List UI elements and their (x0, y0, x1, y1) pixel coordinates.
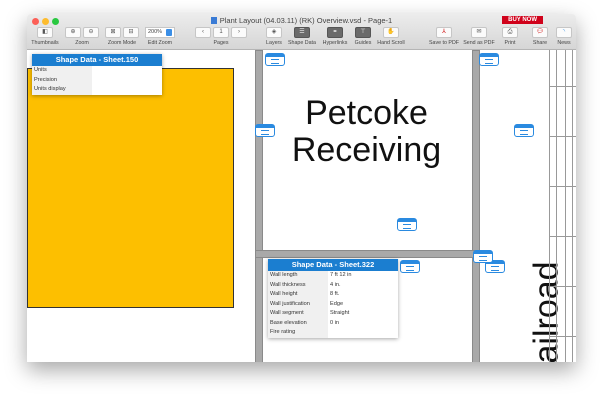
buy-now-button[interactable]: BUY NOW (502, 16, 543, 24)
shape-data-icon[interactable] (397, 218, 417, 231)
rail-line (556, 50, 557, 362)
data-row: Wall justification Edge (268, 299, 398, 309)
data-row: Fire rating (268, 328, 398, 338)
page-number[interactable]: 1 (213, 27, 229, 38)
data-row: Precision (32, 75, 162, 85)
printer-icon: ⎙ (502, 27, 518, 38)
data-row: Units (32, 66, 162, 76)
rail-line (549, 50, 550, 362)
shape-data-icon[interactable] (400, 260, 420, 273)
guides-button[interactable]: ⊤ Guides (352, 27, 374, 46)
data-row: Wall segment Straight (268, 309, 398, 319)
document-icon (210, 17, 217, 24)
data-row: Units display (32, 85, 162, 95)
app-window: Plant Layout (04.03.11) (RK) Overview.vs… (27, 14, 576, 362)
shape-data-panel-sheet-322: Shape Data - Sheet.322 Wall length 7 ft 1… (268, 259, 398, 338)
railroad-label: ailroad (527, 261, 566, 362)
guides-icon: ⊤ (355, 27, 371, 38)
rail-tie (549, 336, 576, 337)
fit-page-icon[interactable]: ⊠ (105, 27, 121, 38)
petcoke-receiving-label: Petcoke Receiving (291, 94, 442, 169)
link-icon: ⚭ (327, 27, 343, 38)
rail-line (565, 50, 566, 362)
yellow-area-shape[interactable] (27, 68, 234, 308)
hyperlinks-button[interactable]: ⚭ Hyperlinks (320, 27, 350, 46)
pages-control: ‹ 1 › Pages (195, 27, 247, 46)
send-pdf-button[interactable]: ✉ Send as PDF (462, 27, 496, 46)
hand-icon: ✋ (383, 27, 399, 38)
wall-right[interactable] (472, 50, 480, 362)
shape-data-icon[interactable] (479, 53, 499, 66)
hand-scroll-button[interactable]: ✋ Hand Scroll (375, 27, 407, 46)
pdf-icon: ⅄ (436, 27, 452, 38)
wall-horizontal[interactable] (255, 250, 479, 258)
zoom-mode-control: ⊠ ⊟ Zoom Mode (104, 27, 140, 46)
save-pdf-button[interactable]: ⅄ Save to PDF (427, 27, 461, 46)
chevron-down-icon (166, 29, 173, 36)
data-row: Wall height 8 ft. (268, 290, 398, 300)
list-icon: ☰ (294, 27, 310, 38)
shape-data-icon[interactable] (473, 250, 493, 263)
next-page-button[interactable]: › (231, 27, 247, 38)
window-title: Plant Layout (04.03.11) (RK) Overview.vs… (27, 16, 576, 25)
data-row: Wall length 7 ft 12 in (268, 271, 398, 281)
rail-tie (549, 286, 576, 287)
layers-icon: ◈ (266, 27, 282, 38)
toolbar: Plant Layout (04.03.11) (RK) Overview.vs… (27, 14, 576, 50)
send-pdf-icon: ✉ (471, 27, 487, 38)
print-button[interactable]: ⎙ Print (499, 27, 521, 46)
data-row: Wall thickness 4 in. (268, 280, 398, 290)
shape-data-panel-sheet-150: Shape Data - Sheet.150 Units Precision U… (32, 54, 162, 95)
zoom-in-icon[interactable]: ⊕ (65, 27, 81, 38)
layers-button[interactable]: ◈ Layers (263, 27, 285, 46)
news-button[interactable]: ◝ News (554, 27, 574, 46)
panel-title: Shape Data - Sheet.322 (268, 259, 398, 271)
shape-data-icon[interactable] (514, 124, 534, 137)
thumbnails-button[interactable]: ◧ Thumbnails (30, 27, 60, 46)
sidebar-icon: ◧ (37, 27, 53, 38)
drawing-canvas[interactable]: Petcoke Receiving ailroad Shape Data - S… (27, 50, 576, 362)
shape-data-icon[interactable] (265, 53, 285, 66)
rail-line (572, 50, 573, 362)
wall-left[interactable] (255, 50, 263, 362)
zoom-select[interactable]: 200% (144, 27, 176, 38)
share-button[interactable]: 💬︎ Share (529, 27, 551, 46)
zoom-out-icon[interactable]: ⊖ (83, 27, 99, 38)
prev-page-button[interactable]: ‹ (195, 27, 211, 38)
rail-tie (549, 86, 576, 87)
shape-data-button[interactable]: ☰ Shape Data (287, 27, 317, 46)
speech-bubble-icon: 💬︎ (532, 27, 548, 38)
zoom-control: ⊕ ⊖ Zoom (65, 27, 99, 46)
fit-width-icon[interactable]: ⊟ (123, 27, 139, 38)
panel-title: Shape Data - Sheet.150 (32, 54, 162, 66)
rail-tie (549, 236, 576, 237)
rail-tie (549, 136, 576, 137)
rss-icon: ◝ (556, 27, 572, 38)
data-row: Base elevation 0 in (268, 318, 398, 328)
rail-tie (549, 186, 576, 187)
edit-zoom-control: 200% Edit Zoom (144, 27, 176, 46)
shape-data-icon[interactable] (255, 124, 275, 137)
